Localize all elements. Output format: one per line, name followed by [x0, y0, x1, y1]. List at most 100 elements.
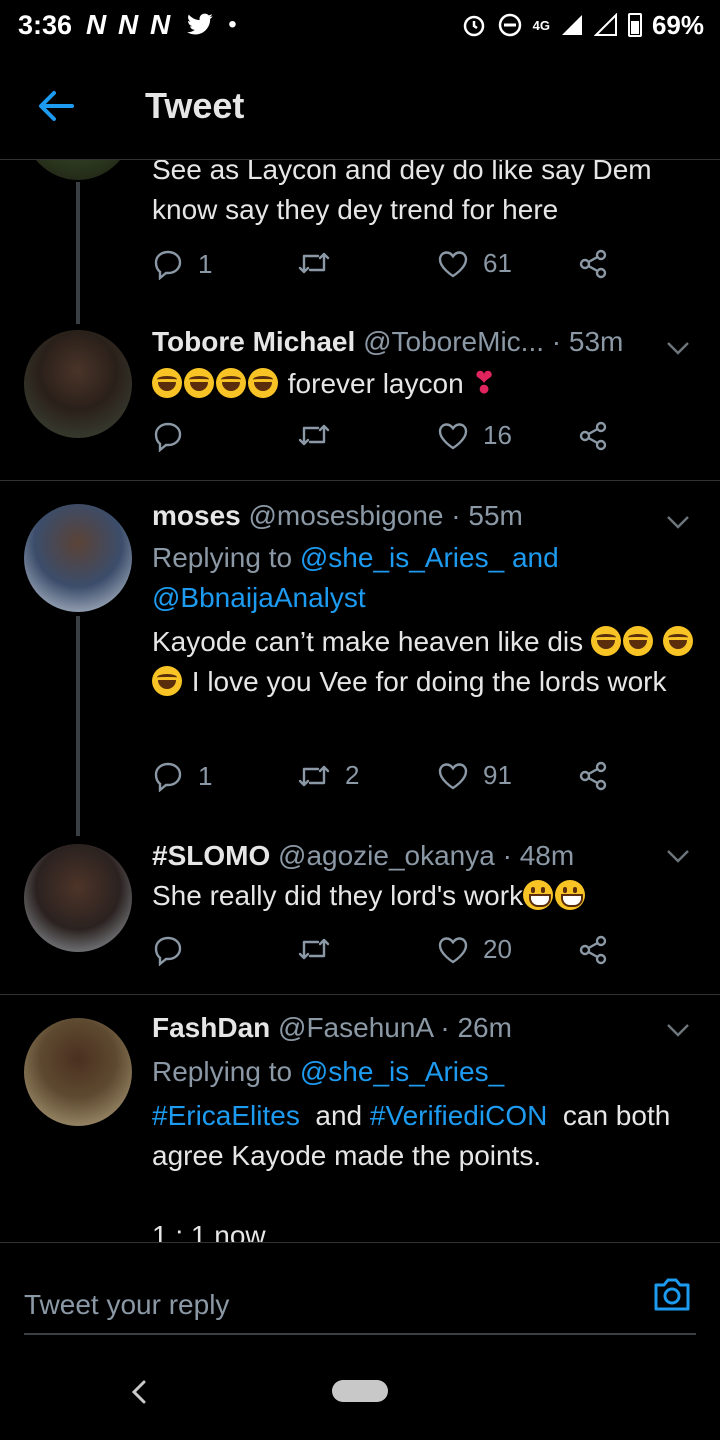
chevron-down-icon[interactable]: [666, 340, 690, 356]
user-handle[interactable]: @agozie_okanya: [278, 840, 495, 871]
reply-input[interactable]: [24, 1265, 696, 1335]
tweet-feed[interactable]: See as Laycon and dey do like say Dem kn…: [0, 160, 720, 1242]
reply-icon: [154, 762, 182, 792]
share-button[interactable]: [577, 760, 609, 792]
like-button[interactable]: 91: [437, 760, 512, 791]
grinning-emoji: [555, 880, 586, 910]
tweet-time: · 26m: [440, 1012, 512, 1043]
chevron-down-icon[interactable]: [666, 514, 690, 530]
reply-icon: [154, 250, 182, 280]
status-dot: •: [228, 11, 237, 38]
reply-button[interactable]: [152, 934, 198, 966]
tweet-actions: 1 2 91: [152, 760, 622, 800]
share-button[interactable]: [577, 934, 609, 966]
heart-emoji: ❣: [471, 367, 497, 400]
replying-to: Replying to @she_is_Aries_ and @BbnaijaA…: [152, 538, 692, 618]
share-button[interactable]: [577, 248, 609, 280]
battery-percent: 69%: [651, 9, 704, 40]
like-icon: [438, 936, 468, 963]
tweet-item[interactable]: #SLOMO @agozie_okanya · 48m She really d…: [0, 836, 720, 992]
user-name[interactable]: Tobore Michael: [152, 326, 355, 357]
network-type: 4G: [532, 17, 550, 33]
reply-icon: [154, 936, 182, 966]
retweet-button[interactable]: [297, 420, 345, 450]
tweet-text: forever laycon ❣: [152, 364, 697, 404]
divider: [0, 994, 720, 995]
like-button[interactable]: 20: [437, 934, 512, 965]
share-button[interactable]: [577, 420, 609, 452]
tweet-header: moses @mosesbigone · 55m: [152, 500, 523, 532]
avatar[interactable]: [24, 504, 132, 612]
signal-icon-2: [593, 13, 617, 36]
share-icon: [579, 421, 607, 451]
reply-count: 1: [198, 760, 213, 791]
back-arrow-icon: [39, 91, 74, 121]
mention-link[interactable]: @she_is_Aries_: [300, 542, 504, 573]
share-icon: [579, 935, 607, 965]
like-button[interactable]: 61: [437, 248, 512, 279]
user-handle[interactable]: @FasehunA: [278, 1012, 433, 1043]
notification-icons: N N N: [86, 9, 173, 40]
hashtag-link[interactable]: #EricaElites: [152, 1100, 300, 1131]
tweet-text-and: and: [315, 1100, 363, 1131]
reply-button[interactable]: [152, 420, 198, 452]
mention-link[interactable]: @BbnaijaAnalyst: [152, 582, 366, 613]
twitter-bird-icon: [187, 13, 214, 35]
tweet-time: · 53m: [551, 326, 624, 357]
user-handle[interactable]: @ToboreMic...: [363, 326, 544, 357]
mention-link[interactable]: @she_is_Aries_: [300, 1056, 504, 1087]
camera-button[interactable]: [652, 1275, 692, 1313]
hashtag-link[interactable]: #VerifiediCON: [370, 1100, 547, 1131]
tweet-item[interactable]: FashDan @FasehunA · 26m Replying to @she…: [0, 1008, 720, 1242]
retweet-button[interactable]: 2: [297, 760, 359, 791]
retweet-button[interactable]: [297, 248, 345, 278]
tweet-text-body-2: 1 : 1 now: [152, 1220, 266, 1242]
chevron-down-icon[interactable]: [666, 1022, 690, 1038]
retweet-icon: [298, 252, 330, 274]
divider: [0, 480, 720, 481]
avatar[interactable]: [24, 330, 132, 438]
tweet-text-body: Kayode can’t make heaven like dis: [152, 626, 584, 657]
nav-home-button[interactable]: [332, 1380, 388, 1402]
do-not-disturb-icon: [498, 13, 521, 37]
laughing-emoji: [622, 626, 653, 656]
avatar[interactable]: [24, 160, 132, 180]
laughing-emoji: [590, 626, 621, 656]
user-handle[interactable]: @mosesbigone: [249, 500, 444, 531]
reply-button[interactable]: 1: [152, 248, 212, 280]
like-count: 20: [483, 934, 512, 964]
retweet-icon: [298, 765, 330, 786]
reply-count: 1: [198, 248, 213, 279]
laughing-emoji: [152, 666, 182, 696]
tweet-text: Kayode can’t make heaven like dis I love…: [152, 622, 697, 702]
tweet-header: FashDan @FasehunA · 26m: [152, 1012, 512, 1044]
tweet-time: · 48m: [502, 840, 575, 871]
tweet-text: #EricaElites and #VerifiediCON can both …: [152, 1096, 697, 1242]
back-button[interactable]: [36, 88, 76, 124]
share-icon: [579, 249, 607, 279]
like-icon: [438, 762, 468, 789]
laughing-emoji: [662, 626, 693, 656]
rofl-emoji: [216, 368, 246, 398]
retweet-count: 2: [345, 760, 360, 790]
top-header: Tweet: [0, 50, 720, 160]
grinning-emoji: [523, 880, 554, 910]
tweet-item[interactable]: See as Laycon and dey do like say Dem kn…: [0, 160, 720, 324]
like-button[interactable]: 16: [437, 420, 512, 451]
retweet-icon: [298, 424, 330, 446]
tweet-item[interactable]: Tobore Michael @ToboreMic... · 53m forev…: [0, 320, 720, 480]
nav-back-button[interactable]: [128, 1378, 150, 1406]
retweet-button[interactable]: [297, 934, 345, 964]
user-name[interactable]: FashDan: [152, 1012, 270, 1043]
user-name[interactable]: moses: [152, 500, 241, 531]
avatar[interactable]: [24, 844, 132, 952]
user-name[interactable]: #SLOMO: [152, 840, 270, 871]
tweet-header: Tobore Michael @ToboreMic... · 53m: [152, 326, 623, 358]
thread-line: [76, 182, 80, 324]
like-count: 16: [483, 420, 512, 450]
chevron-down-icon[interactable]: [666, 848, 690, 864]
camera-icon: [654, 1278, 690, 1311]
reply-icon: [154, 422, 182, 452]
avatar[interactable]: [24, 1018, 132, 1126]
reply-button[interactable]: 1: [152, 760, 212, 792]
